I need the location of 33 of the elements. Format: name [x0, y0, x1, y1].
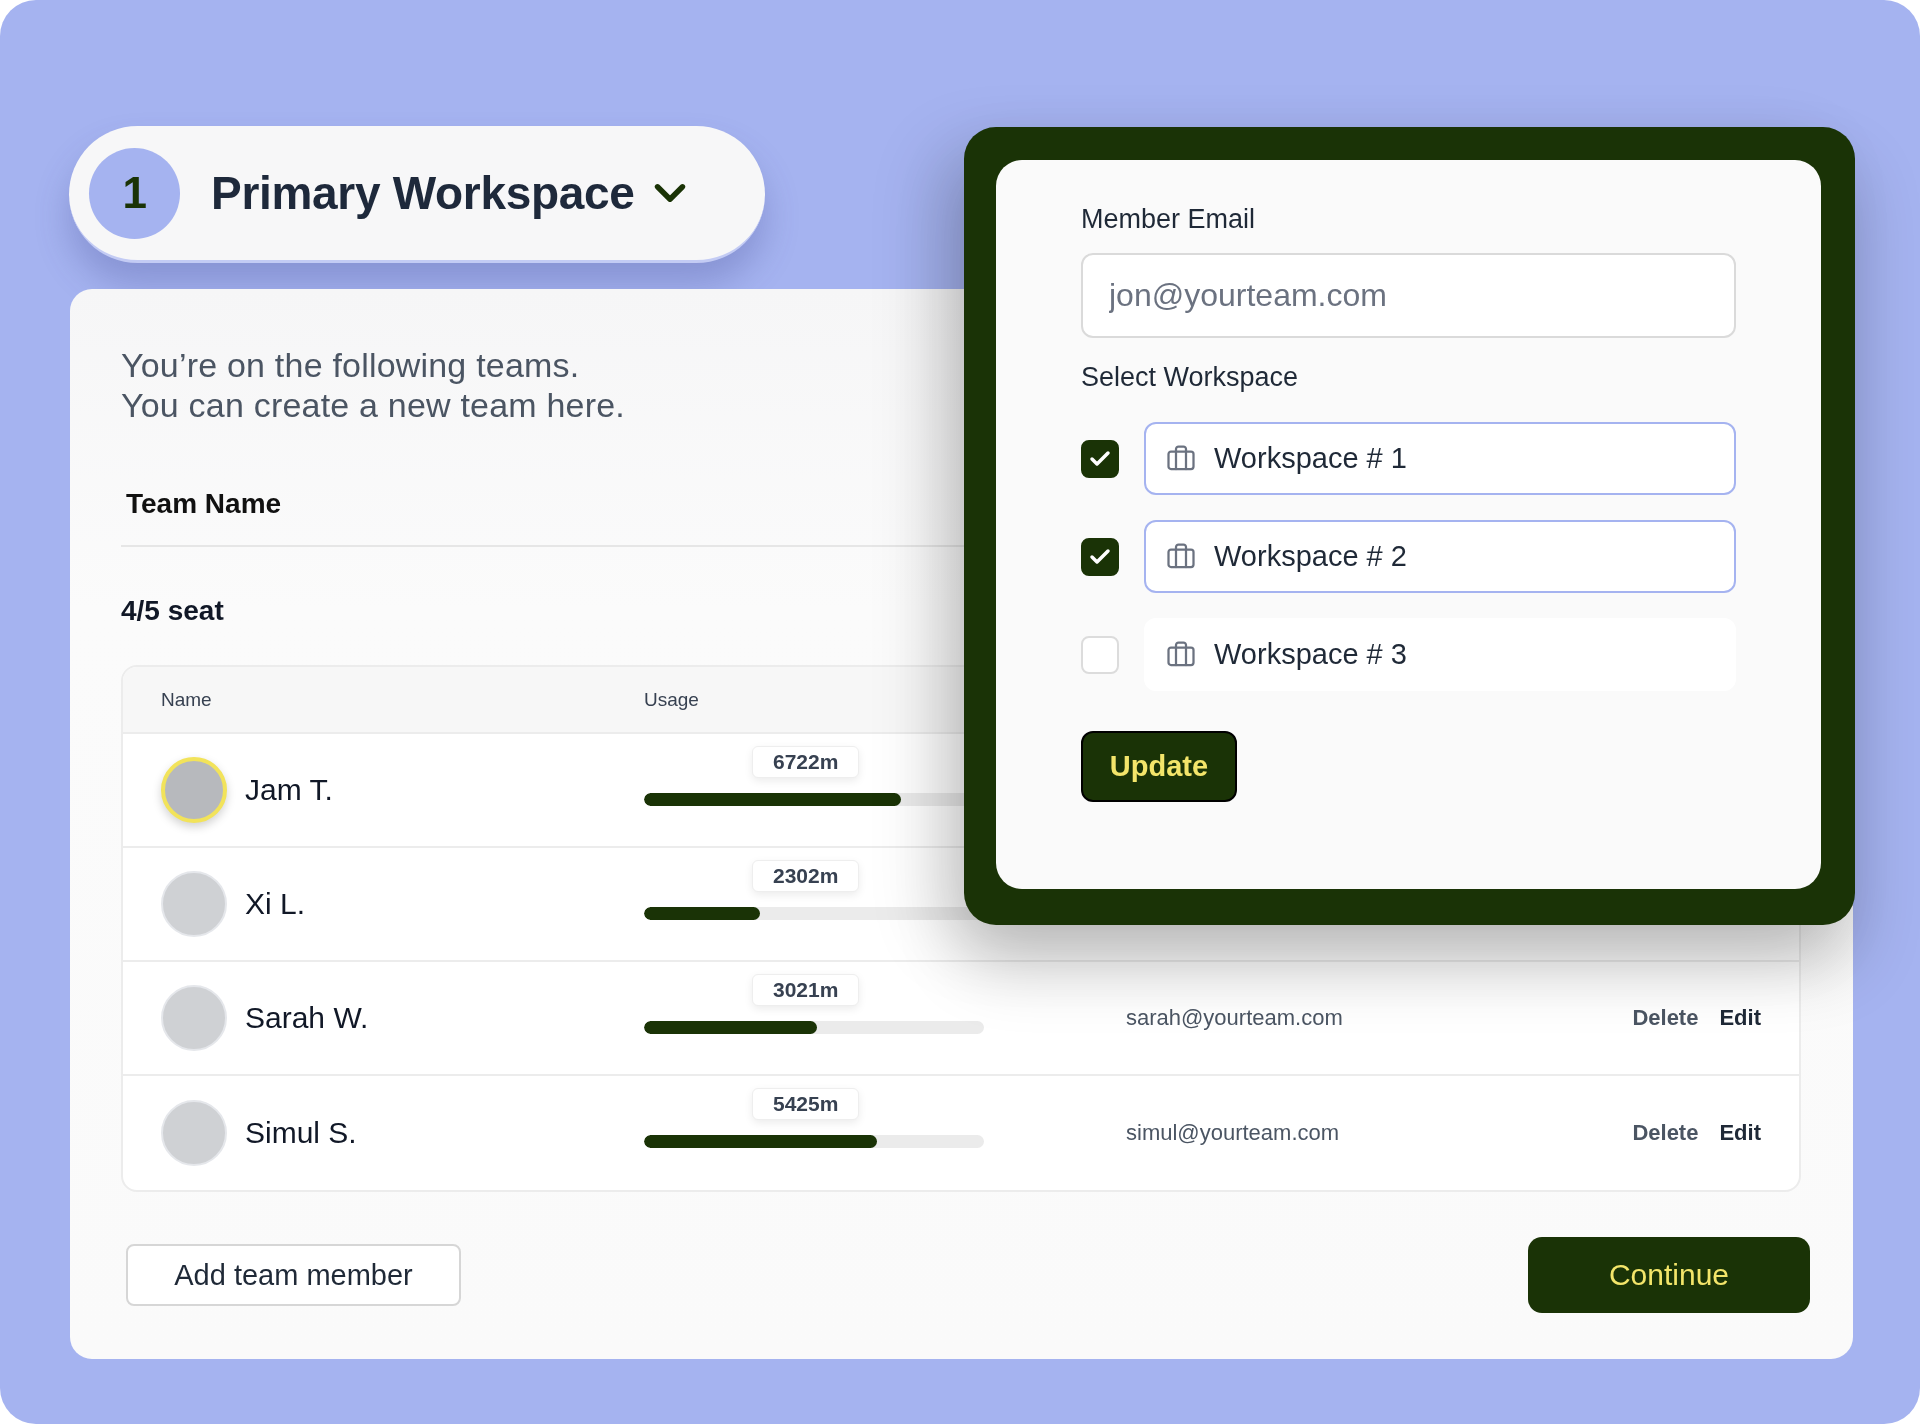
- delete-link[interactable]: Delete: [1632, 1120, 1699, 1146]
- workspace-option[interactable]: Workspace # 3: [1144, 618, 1736, 691]
- team-name-label: Team Name: [126, 487, 282, 521]
- checkbox[interactable]: [1081, 439, 1119, 478]
- usage-label: 3021m: [752, 974, 860, 1006]
- intro-text: You’re on the following teams.: [121, 345, 580, 385]
- usage-label: 2302m: [752, 860, 860, 892]
- workspace-dropdown[interactable]: 1 Primary Workspace: [69, 126, 765, 263]
- seat-count: 4/5 seat: [121, 594, 224, 628]
- edit-link[interactable]: Edit: [1719, 1005, 1761, 1031]
- column-header: Usage: [644, 688, 699, 711]
- add-member-button[interactable]: Add team member: [126, 1244, 461, 1306]
- email-field[interactable]: jon@yourteam.com: [1081, 253, 1736, 338]
- usage-label: 6722m: [752, 746, 860, 778]
- member-email: simul@yourteam.com: [1126, 1120, 1340, 1146]
- checkbox[interactable]: [1081, 537, 1119, 576]
- workspace-option[interactable]: Workspace # 2: [1144, 520, 1736, 593]
- continue-button[interactable]: Continue: [1528, 1237, 1810, 1313]
- member-email: sarah@yourteam.com: [1126, 1005, 1343, 1031]
- workspace-label: Select Workspace: [1081, 361, 1299, 393]
- intro-text: You can create a new team here.: [121, 385, 625, 425]
- update-button[interactable]: Update: [1081, 731, 1237, 802]
- member-name: Xi L.: [245, 887, 306, 921]
- member-name: Jam T.: [245, 773, 333, 807]
- member-name: Sarah W.: [245, 1001, 369, 1035]
- usage-label: 5425m: [752, 1088, 860, 1120]
- column-header: Name: [161, 688, 212, 711]
- member-name: Simul S.: [245, 1116, 357, 1150]
- step-number: 1: [89, 147, 180, 239]
- edit-link[interactable]: Edit: [1719, 1120, 1761, 1146]
- email-label: Member Email: [1081, 203, 1256, 235]
- workspace-option[interactable]: Workspace # 1: [1144, 422, 1736, 495]
- delete-link[interactable]: Delete: [1632, 1005, 1699, 1031]
